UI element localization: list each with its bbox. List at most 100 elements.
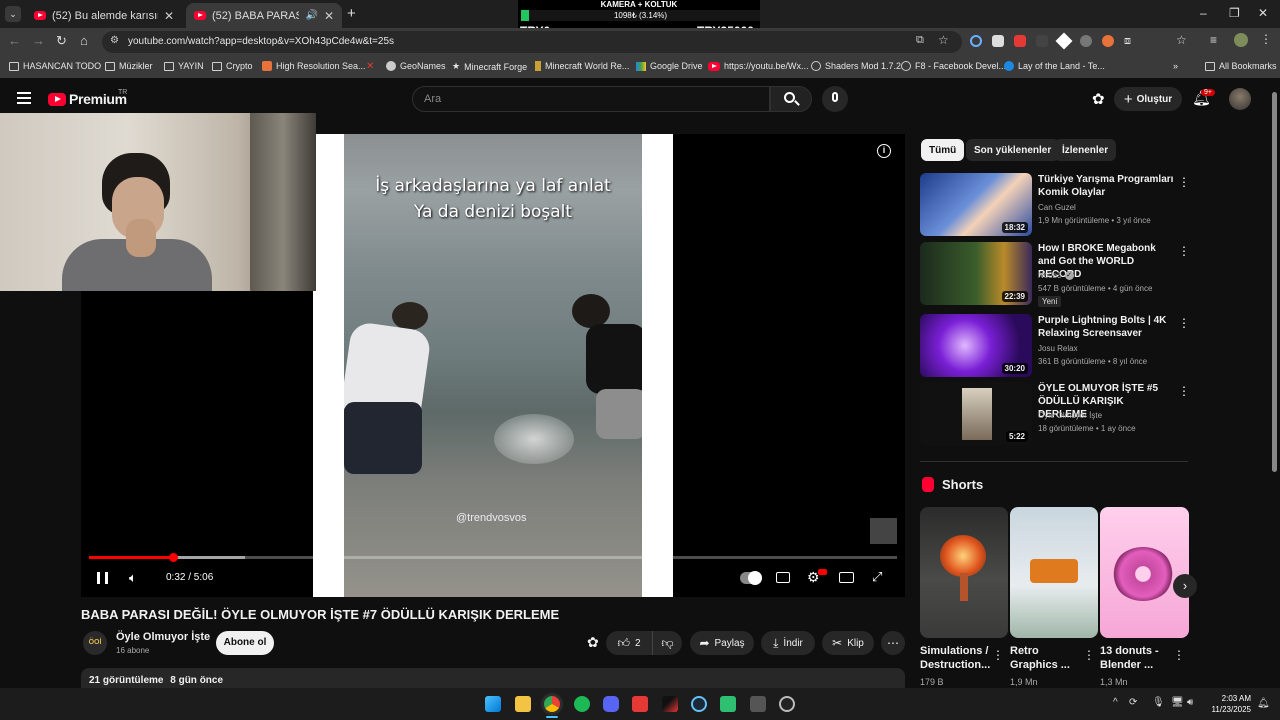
spotify-icon[interactable]	[574, 696, 590, 712]
app-icon[interactable]	[662, 696, 678, 712]
bookmark-item[interactable]: Shaders Mod 1.7.2	[811, 61, 901, 71]
close-icon[interactable]: ✕	[164, 9, 174, 23]
home-icon[interactable]: ⌂	[80, 33, 88, 48]
bookmark-item[interactable]: F8 - Facebook Devel...	[901, 61, 1006, 71]
recommendation-channel[interactable]: Öyle Olmuyor İşte	[1038, 411, 1102, 420]
extension-icon[interactable]	[970, 35, 982, 47]
fullscreen-icon[interactable]: ⤢	[872, 569, 882, 585]
scrollbar-thumb[interactable]	[1272, 92, 1277, 472]
dislike-button[interactable]: 👎︎	[652, 631, 682, 655]
extension-icon[interactable]	[992, 35, 1004, 47]
tray-app-icon[interactable]: ⟳	[1129, 697, 1137, 708]
minimize-icon[interactable]: –	[1200, 6, 1207, 20]
subtitles-icon[interactable]	[776, 572, 790, 583]
video-frame-content[interactable]: İş arkadaşlarına ya laf anlat Ya da deni…	[344, 134, 642, 597]
recommendation-item[interactable]: 30:20 Purple Lightning Bolts | 4K Relaxi…	[920, 314, 1190, 378]
recommendation-title[interactable]: Türkiye Yarışma Programları Komik Olayla…	[1038, 173, 1174, 199]
recommendation-channel[interactable]: No0b3 ✓	[1038, 271, 1074, 280]
clock-date[interactable]: 11/23/2025	[1205, 705, 1251, 714]
install-app-icon[interactable]: ⧉	[916, 34, 924, 47]
recommendation-channel[interactable]: Can Guzel	[1038, 203, 1076, 212]
clock-time[interactable]: 2:03 AM	[1205, 694, 1251, 703]
chrome-icon[interactable]	[544, 696, 560, 712]
more-vertical-icon[interactable]: ⋮	[1083, 648, 1095, 662]
recommendation-item[interactable]: 18:32 Türkiye Yarışma Programları Komik …	[920, 173, 1190, 237]
recommendation-title[interactable]: Purple Lightning Bolts | 4K Relaxing Scr…	[1038, 314, 1174, 340]
more-vertical-icon[interactable]: ⋮	[1178, 384, 1190, 398]
extension-icon[interactable]	[1102, 35, 1114, 47]
extension-icon[interactable]	[1036, 35, 1048, 47]
more-vertical-icon[interactable]: ⋮	[1178, 244, 1190, 258]
bookmarks-manager-icon[interactable]: ☆	[1176, 33, 1187, 47]
bookmark-item[interactable]: Müzikler	[105, 61, 153, 71]
bookmark-item[interactable]: GeoNames	[386, 61, 446, 71]
site-info-icon[interactable]: ⚙	[110, 35, 119, 46]
subscribe-button[interactable]: Abone ol	[216, 631, 274, 655]
bookmark-item[interactable]: ✕	[366, 61, 374, 72]
like-button[interactable]: 👍︎ 2	[606, 631, 652, 655]
short-thumbnail[interactable]	[920, 507, 1008, 638]
discord-icon[interactable]	[603, 696, 619, 712]
close-icon[interactable]: ✕	[324, 9, 334, 23]
window-close-icon[interactable]: ✕	[1258, 6, 1268, 20]
create-button[interactable]: + Oluştur	[1114, 87, 1182, 111]
more-vertical-icon[interactable]: ⋮	[1178, 316, 1190, 330]
voice-search-button[interactable]	[822, 86, 848, 112]
more-vertical-icon[interactable]: ⋮	[992, 648, 1004, 662]
shorts-next-button[interactable]: ›	[1173, 574, 1197, 598]
tab-2[interactable]: (52) BABA PARASI DEĞİL! Ö 🔊 ✕	[186, 3, 342, 28]
chip-recent[interactable]: Son yüklenenler	[966, 139, 1060, 161]
clip-button[interactable]: ✂ Klip	[822, 631, 874, 655]
bookmarks-overflow-icon[interactable]: »	[1173, 61, 1178, 71]
recommendation-thumbnail[interactable]: 5:22	[920, 382, 1032, 445]
bookmark-item[interactable]: HASANCAN TODO	[9, 61, 101, 71]
extension-icon[interactable]	[1080, 35, 1092, 47]
youtube-logo[interactable]: Premium	[48, 91, 127, 107]
channel-name[interactable]: Öyle Olmuyor İşte	[116, 631, 210, 643]
app-icon[interactable]	[750, 696, 766, 712]
profile-icon[interactable]	[1234, 33, 1248, 47]
video-info-icon[interactable]: i	[877, 144, 891, 158]
short-thumbnail[interactable]	[1100, 507, 1189, 638]
tab-1[interactable]: (52) Bu alemde karısının lafıyla, ✕	[26, 3, 182, 28]
recommendation-item[interactable]: 5:22 ÖYLE OLMUYOR İŞTE #5 ÖDÜLLÜ KARIŞIK…	[920, 382, 1190, 446]
bookmark-star-icon[interactable]: ☆	[938, 33, 949, 47]
volume-tray-icon[interactable]: 🔊︎	[1187, 697, 1193, 708]
share-button[interactable]: ➦ Paylaş	[690, 631, 754, 655]
extension-icons[interactable]: ⧈	[970, 32, 1160, 50]
hamburger-menu-icon[interactable]	[17, 92, 31, 104]
obs-icon[interactable]	[779, 696, 795, 712]
short-thumbnail[interactable]	[1010, 507, 1098, 638]
tab-search-button[interactable]: ⌄	[5, 6, 21, 22]
short-title[interactable]: Simulations / Destruction...	[920, 644, 992, 672]
search-box[interactable]	[412, 86, 770, 112]
short-title[interactable]: Retro Graphics ...	[1010, 644, 1082, 672]
short-title[interactable]: 13 donuts - Blender ...	[1100, 644, 1172, 672]
extension-icon[interactable]	[1055, 32, 1073, 50]
progress-scrubber-handle[interactable]	[169, 553, 178, 562]
restore-icon[interactable]: ❐	[1229, 6, 1240, 20]
more-actions-button[interactable]: ⋯	[881, 631, 905, 655]
pause-icon[interactable]	[97, 572, 108, 584]
ai-sparkle-icon[interactable]: ✿	[587, 634, 599, 651]
more-vertical-icon[interactable]: ⋮	[1178, 175, 1190, 189]
forward-icon[interactable]: →	[32, 33, 45, 48]
account-avatar[interactable]	[1229, 88, 1251, 110]
notification-center-icon[interactable]: 🔔︎	[1257, 698, 1270, 709]
network-icon[interactable]: 🖥︎	[1171, 697, 1184, 708]
url-text[interactable]: youtube.com/watch?app=desktop&v=XOh43pCd…	[128, 36, 394, 47]
file-explorer-icon[interactable]	[515, 696, 531, 712]
bookmark-item[interactable]: https://youtu.be/Wx...	[708, 61, 809, 71]
download-button[interactable]: ⤓ İndir	[761, 631, 815, 655]
new-tab-button[interactable]: +	[347, 5, 356, 22]
bookmark-item[interactable]: ★ Minecraft Forge	[452, 61, 527, 72]
extension-icon[interactable]	[1014, 35, 1026, 47]
windows-start-icon[interactable]	[485, 696, 501, 712]
search-button[interactable]	[770, 86, 812, 112]
speaker-icon[interactable]: 🔊	[305, 10, 317, 21]
steam-icon[interactable]	[691, 696, 707, 712]
autoplay-toggle[interactable]	[740, 571, 762, 585]
tray-overflow-icon[interactable]: ^	[1113, 697, 1118, 708]
media-control-icon[interactable]: ≡	[1210, 33, 1217, 47]
bookmark-item[interactable]: High Resolution Sea...	[262, 61, 366, 71]
